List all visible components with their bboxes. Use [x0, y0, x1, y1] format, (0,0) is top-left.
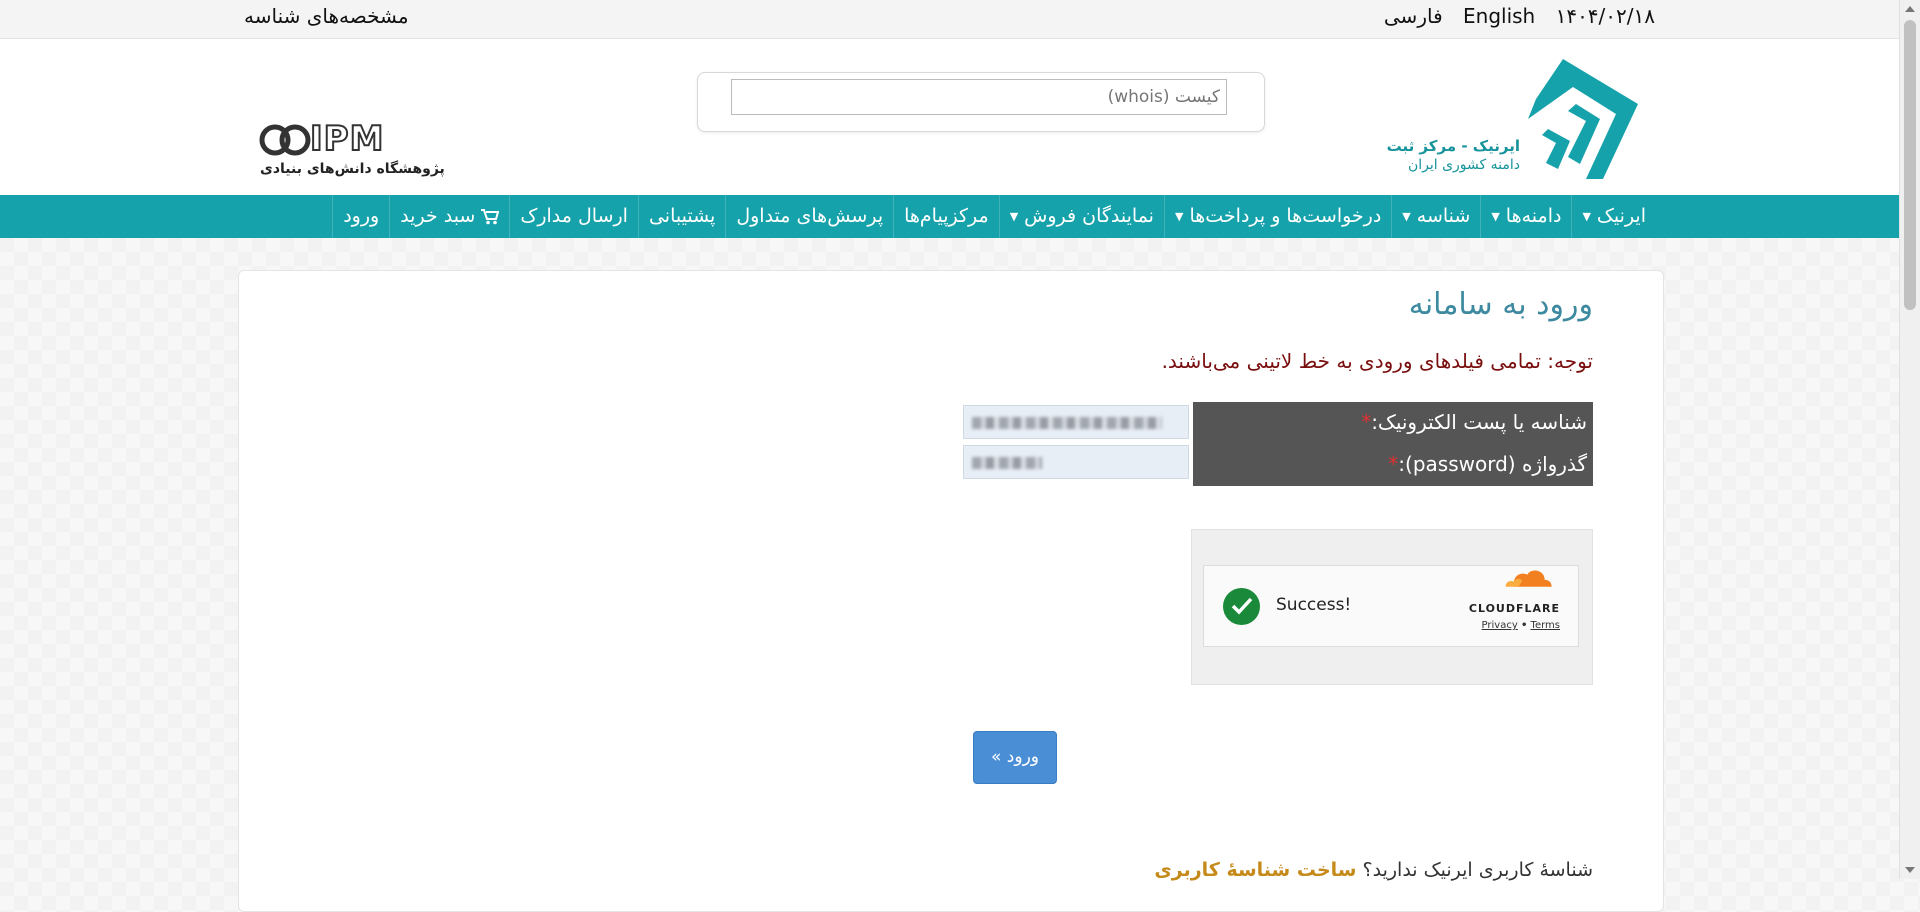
privacy-link[interactable]: Privacy	[1482, 620, 1518, 631]
header: ایرنیک - مرکز ثبت دامنه کشوری ایران IPM …	[0, 39, 1900, 195]
page-scrollbar[interactable]	[1899, 0, 1920, 879]
ipm-logo-subtitle: پژوهشگاه دانش‌های بنیادی	[260, 161, 445, 177]
irnic-logo-mark-icon	[1528, 59, 1638, 179]
nav-item-label: پرسش‌های متداول	[736, 205, 884, 227]
nav-item-label: سبد خرید	[400, 205, 476, 227]
nav-item-login[interactable]: ورود	[332, 195, 389, 238]
password-label: گذرواژه (password):*	[1388, 452, 1587, 476]
username-label: شناسه یا پست الکترونیک:*	[1361, 410, 1587, 434]
username-label-text: شناسه یا پست الکترونیک:	[1371, 410, 1587, 434]
nav-item-domains[interactable]: دامنه‌ها ▼	[1480, 195, 1571, 238]
nav-item-support[interactable]: پشتیبانی	[637, 195, 725, 238]
top-bar: فارسی English ۱۴۰۴/۰۲/۱۸ مشخصه‌های شناسه	[0, 0, 1900, 39]
irnic-logo-subtitle: دامنه کشوری ایران	[1407, 157, 1520, 173]
nav-items: ایرنیک ▼ دامنه‌ها ▼ شناسه ▼ درخواست‌ها و پر…	[332, 195, 1656, 238]
captcha-status: Success!	[1276, 595, 1352, 615]
nav-item-irnic[interactable]: ایرنیک ▼	[1571, 195, 1656, 238]
caret-down-icon: ▼	[1174, 210, 1184, 223]
caret-down-icon: ▼	[1009, 210, 1019, 223]
current-date: ۱۴۰۴/۰۲/۱۸	[1555, 4, 1655, 28]
register-link[interactable]: ساخت شناسهٔ کاربری	[1154, 859, 1356, 881]
page-title: ورود به سامانه	[1408, 287, 1593, 322]
whois-box	[697, 72, 1265, 132]
required-mark: *	[1361, 410, 1372, 434]
nav-item-label: ایرنیک	[1596, 205, 1646, 227]
caret-down-icon: ▼	[1582, 210, 1591, 223]
latin-notice: توجه: تمامی فیلدهای ورودی به خط لاتینی م…	[1161, 349, 1593, 373]
irnic-logo-title: ایرنیک - مرکز ثبت	[1386, 137, 1520, 155]
nav-item-requests-payments[interactable]: درخواست‌ها و پرداخت‌ها ▼	[1163, 195, 1391, 238]
link-separator: •	[1520, 620, 1528, 631]
login-submit-button[interactable]: ورود »	[973, 731, 1057, 784]
captcha-container: Success! CLOUDFLARE Privacy • Terms	[1191, 529, 1593, 685]
nav-item-label: شناسه	[1416, 205, 1471, 227]
language-farsi[interactable]: فارسی	[1384, 4, 1443, 28]
nav-item-label: درخواست‌ها و پرداخت‌ها	[1189, 205, 1382, 227]
caret-down-icon: ▼	[1402, 210, 1411, 223]
nav-item-label: نمایندگان فروش	[1024, 205, 1154, 227]
redacted-password	[972, 457, 1042, 469]
nav-item-label: ورود	[343, 205, 380, 227]
top-bar-right: فارسی English ۱۴۰۴/۰۲/۱۸	[1370, 4, 1655, 28]
nav-item-faq[interactable]: پرسش‌های متداول	[725, 195, 893, 238]
nav-item-resellers[interactable]: نمایندگان فروش ▼	[998, 195, 1164, 238]
required-mark: *	[1388, 452, 1399, 476]
ipm-rings-icon	[259, 124, 311, 156]
form-label-box: شناسه یا پست الکترونیک:* گذرواژه (passwo…	[1193, 402, 1593, 486]
ipm-logo-text: IPM	[309, 118, 385, 160]
nav-item-message-center[interactable]: مرکزپیام‌ها	[893, 195, 999, 238]
scroll-up-arrow-icon[interactable]	[1905, 6, 1915, 12]
nav-item-label: مرکزپیام‌ها	[904, 205, 989, 227]
redacted-username	[972, 417, 1162, 429]
main-nav: ایرنیک ▼ دامنه‌ها ▼ شناسه ▼ درخواست‌ها و پر…	[0, 195, 1900, 238]
profile-link[interactable]: مشخصه‌های شناسه	[244, 4, 409, 28]
nav-item-label: ارسال مدارک	[520, 205, 628, 227]
nav-item-label: دامنه‌ها	[1505, 205, 1562, 227]
password-field[interactable]	[963, 445, 1189, 479]
caret-down-icon: ▼	[1491, 210, 1500, 223]
nav-item-handle[interactable]: شناسه ▼	[1391, 195, 1480, 238]
nav-item-label: پشتیبانی	[648, 205, 716, 227]
cloudflare-cloud-icon	[1505, 570, 1552, 587]
login-panel: ورود به سامانه توجه: تمامی فیلدهای ورودی…	[238, 270, 1664, 912]
irnic-logo[interactable]: ایرنیک - مرکز ثبت دامنه کشوری ایران	[1387, 59, 1638, 179]
register-note: شناسهٔ کاربری ایرنیک ندارید؟ ساخت شناسهٔ…	[1154, 859, 1593, 881]
scroll-down-arrow-icon[interactable]	[1905, 867, 1915, 873]
cloudflare-turnstile[interactable]: Success! CLOUDFLARE Privacy • Terms	[1203, 565, 1579, 647]
scroll-thumb[interactable]	[1904, 20, 1916, 310]
nav-item-send-documents[interactable]: ارسال مدارک	[509, 195, 638, 238]
username-field[interactable]	[963, 405, 1189, 439]
terms-link[interactable]: Terms	[1531, 620, 1560, 631]
success-check-icon	[1223, 588, 1260, 625]
nav-item-cart[interactable]: سبد خرید	[389, 195, 509, 238]
captcha-links: Privacy • Terms	[1482, 620, 1560, 631]
cloudflare-brand: CLOUDFLARE	[1468, 602, 1560, 615]
language-english[interactable]: English	[1463, 4, 1535, 28]
password-label-text: گذرواژه (password):	[1398, 452, 1587, 476]
register-note-text: شناسهٔ کاربری ایرنیک ندارید؟	[1362, 859, 1593, 881]
ipm-logo[interactable]: IPM پژوهشگاه دانش‌های بنیادی	[258, 118, 445, 181]
cart-icon	[481, 208, 500, 224]
whois-search-input[interactable]	[731, 79, 1227, 115]
